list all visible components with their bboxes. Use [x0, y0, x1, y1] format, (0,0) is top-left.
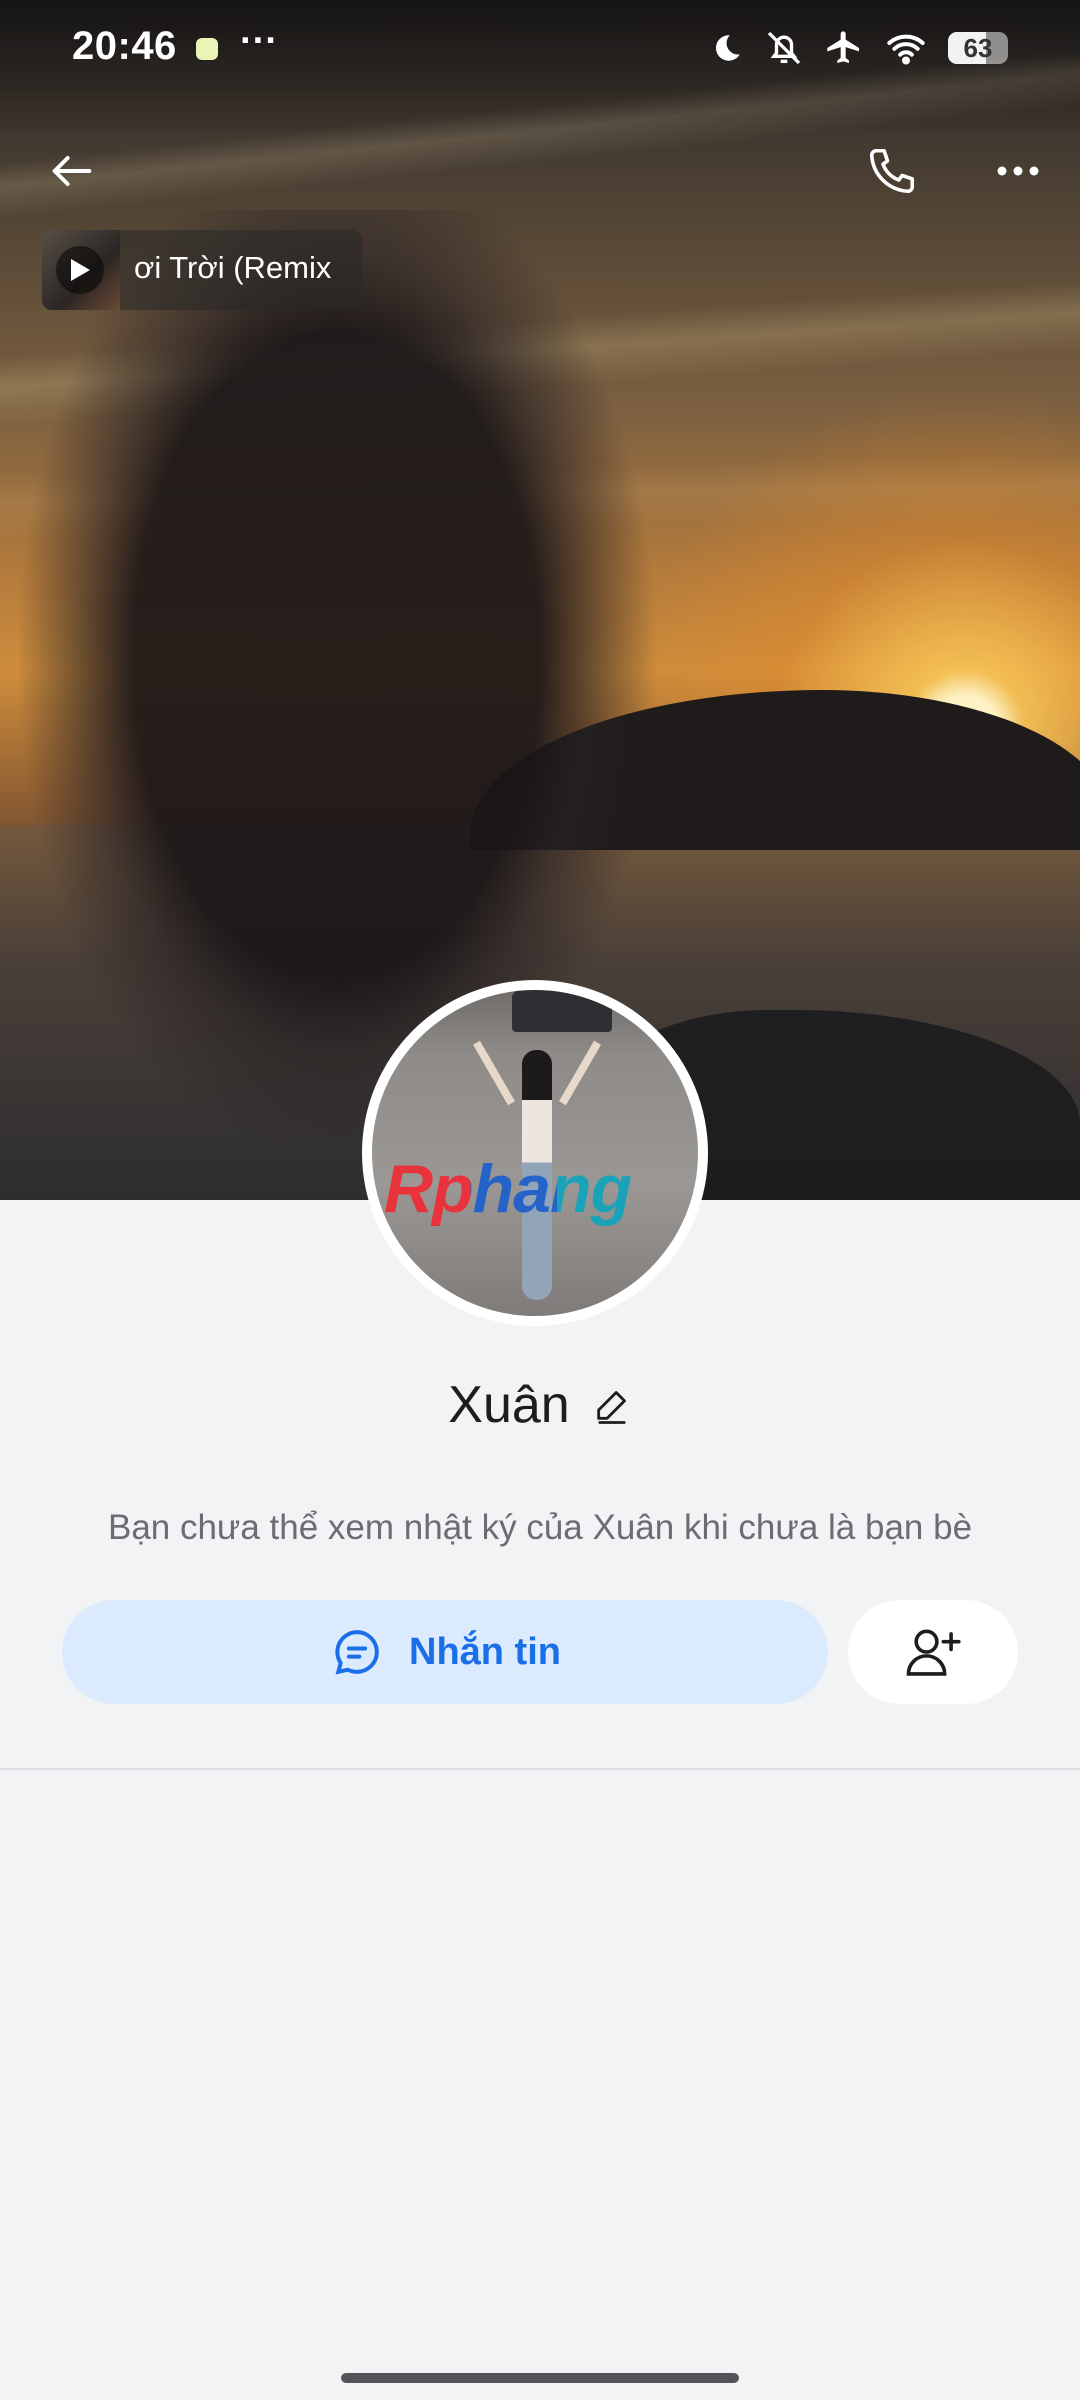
more-horizontal-icon — [997, 166, 1039, 176]
music-thumbnail — [42, 230, 120, 310]
app-notification-icon — [196, 38, 218, 60]
profile-music-chip[interactable]: ơi Trời (Remix — [42, 230, 362, 310]
message-button[interactable]: Nhắn tin — [62, 1600, 828, 1704]
muted-bell-icon — [767, 31, 801, 65]
avatar-watermark: Rphang — [384, 1151, 632, 1227]
battery-icon: 63 — [948, 32, 1008, 64]
music-title: ơi Trời (Remix — [134, 250, 332, 285]
status-bar: 20:46 ··· 63 — [0, 0, 1080, 100]
wifi-icon — [887, 34, 925, 65]
add-friend-button[interactable] — [848, 1600, 1018, 1704]
home-indicator[interactable] — [341, 2373, 739, 2383]
avatar-photo-car — [512, 990, 612, 1032]
avatar-photo-arm-left — [473, 1040, 515, 1106]
status-time: 20:46 — [72, 24, 177, 68]
airplane-icon — [827, 31, 859, 63]
message-button-label: Nhắn tin — [409, 1630, 561, 1673]
profile-name: Xuân — [448, 1376, 570, 1434]
phone-icon — [869, 148, 915, 194]
sleep-moon-icon — [715, 35, 740, 61]
back-button[interactable] — [36, 135, 108, 207]
battery-level: 63 — [963, 33, 993, 63]
profile-name-row: Xuân — [0, 1375, 1080, 1435]
avatar-photo-arm-right — [559, 1040, 601, 1106]
avatar-photo: Rphang — [372, 990, 698, 1316]
call-button[interactable] — [856, 135, 928, 207]
arrow-left-icon — [52, 156, 92, 186]
play-icon — [56, 246, 104, 294]
pencil-icon[interactable] — [592, 1385, 632, 1425]
diary-privacy-notice: Bạn chưa thể xem nhật ký của Xuân khi ch… — [107, 1508, 973, 1547]
more-notifications-indicator: ··· — [240, 20, 278, 62]
status-icons: 63 — [710, 28, 1008, 68]
chat-bubble-icon — [335, 1630, 379, 1675]
add-friend-icon — [906, 1629, 961, 1676]
more-options-button[interactable] — [982, 135, 1054, 207]
section-divider — [0, 1768, 1080, 1770]
avatar[interactable]: Rphang — [362, 980, 708, 1326]
